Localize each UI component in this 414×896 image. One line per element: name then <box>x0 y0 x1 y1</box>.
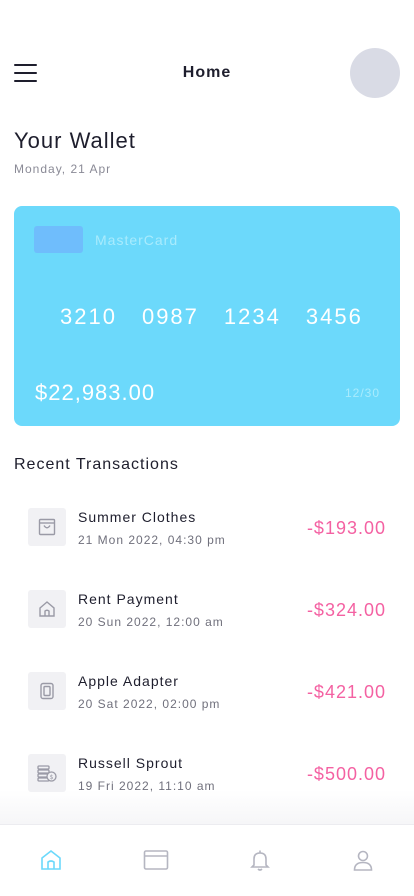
recent-transactions-title: Recent Transactions <box>14 456 179 473</box>
transaction-amount: -$500.00 <box>306 764 386 784</box>
transaction-amount: -$421.00 <box>306 682 386 702</box>
shopping-bag-icon <box>28 508 66 546</box>
tab-notifications[interactable] <box>247 847 273 873</box>
transaction-amount: -$324.00 <box>306 600 386 620</box>
bell-icon <box>250 850 270 871</box>
house-icon <box>28 590 66 628</box>
transaction-name: Rent Payment <box>78 591 179 607</box>
card-number-group: 0987 <box>141 304 199 329</box>
card-number: 3210 0987 1234 3456 <box>60 304 388 330</box>
transaction-row[interactable]: Rent Payment 20 Sun 2022, 12:00 am -$324… <box>0 570 414 652</box>
list-fade <box>0 790 414 824</box>
home-icon <box>41 849 61 870</box>
card-chip-icon <box>34 226 83 253</box>
tab-profile[interactable] <box>350 847 376 873</box>
transaction-time: 20 Sat 2022, 02:00 pm <box>78 697 221 711</box>
card-number-group: 3456 <box>305 304 363 329</box>
wallet-date: Monday, 21 Apr <box>14 162 112 176</box>
avatar[interactable] <box>350 48 400 98</box>
card-number-group: 1234 <box>223 304 281 329</box>
svg-text:$: $ <box>50 774 54 781</box>
wallet-title: Your Wallet <box>14 128 136 153</box>
user-icon <box>353 850 373 871</box>
device-icon <box>28 672 66 710</box>
card-balance: $22,983.00 <box>35 380 156 405</box>
transaction-time: 20 Sun 2022, 12:00 am <box>78 615 224 629</box>
transaction-name: Summer Clothes <box>78 509 197 525</box>
app-header: Home <box>0 0 414 110</box>
tab-cards[interactable] <box>143 847 169 873</box>
transaction-amount: -$193.00 <box>306 518 386 538</box>
transaction-row[interactable]: Apple Adapter 20 Sat 2022, 02:00 pm -$42… <box>0 652 414 734</box>
transaction-name: Russell Sprout <box>78 755 184 771</box>
coins-icon: $ <box>28 754 66 792</box>
transaction-time: 21 Mon 2022, 04:30 pm <box>78 533 226 547</box>
card-brand: MasterCard <box>95 232 179 248</box>
card-icon <box>143 850 169 870</box>
transaction-name: Apple Adapter <box>78 673 179 689</box>
bottom-tab-bar <box>0 824 414 896</box>
tab-home[interactable] <box>38 847 64 873</box>
card-number-group: 3210 <box>60 304 117 329</box>
credit-card[interactable]: MasterCard 3210 0987 1234 3456 $22,983.0… <box>14 206 400 426</box>
transaction-row[interactable]: Summer Clothes 21 Mon 2022, 04:30 pm -$1… <box>0 488 414 570</box>
card-expiry: 12/30 <box>344 386 380 400</box>
